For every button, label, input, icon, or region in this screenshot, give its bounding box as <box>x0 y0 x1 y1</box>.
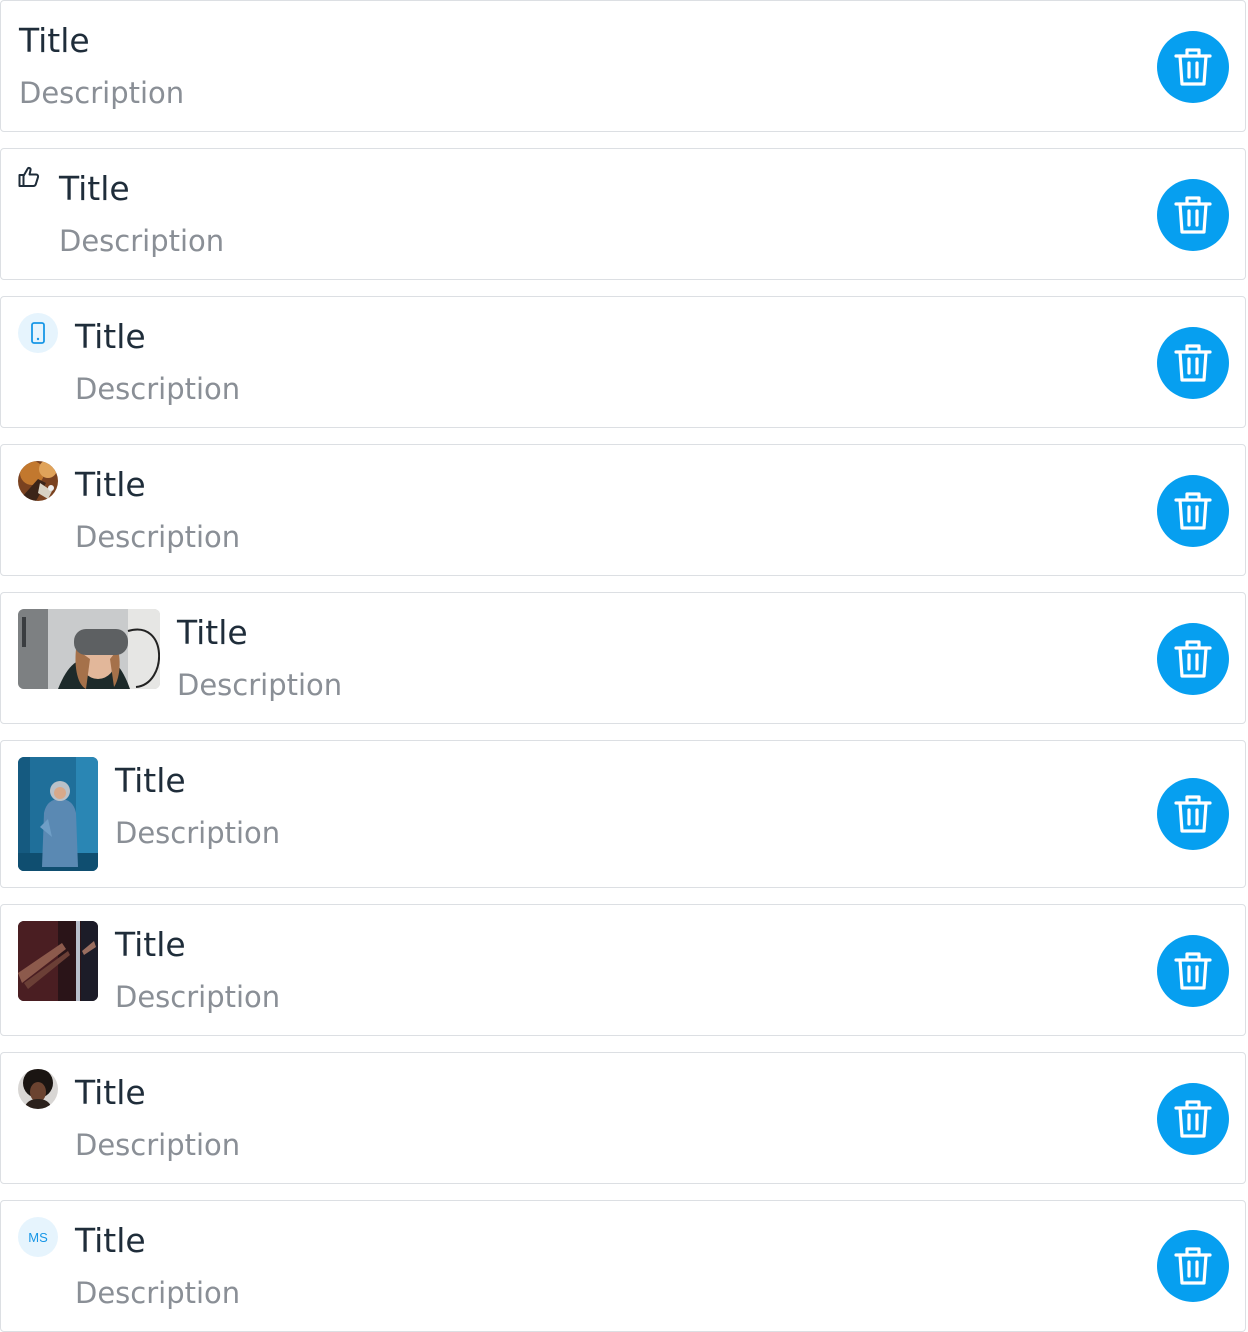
trash-icon <box>1174 492 1212 530</box>
item-title: Title <box>115 761 186 800</box>
list-item[interactable]: Title Description <box>0 296 1246 428</box>
item-title: Title <box>75 465 146 504</box>
delete-button[interactable] <box>1157 1083 1229 1155</box>
list-item[interactable]: MS Title Description <box>0 1200 1246 1332</box>
item-title: Title <box>19 21 90 60</box>
list-item[interactable]: Title Description <box>0 148 1246 280</box>
delete-button[interactable] <box>1157 1230 1229 1302</box>
avatar-initials: MS <box>28 1229 48 1245</box>
delete-button[interactable] <box>1157 935 1229 1007</box>
delete-button[interactable] <box>1157 623 1229 695</box>
trash-icon <box>1174 795 1212 833</box>
list-item[interactable]: Title Description <box>0 444 1246 576</box>
list-item[interactable]: Title Description <box>0 592 1246 724</box>
thumbs-up-icon <box>18 165 40 194</box>
item-title: Title <box>177 613 248 652</box>
item-description: Description <box>75 520 241 554</box>
item-description: Description <box>115 816 281 850</box>
initials-avatar: MS <box>18 1217 58 1257</box>
item-description: Description <box>75 1276 241 1310</box>
delete-button[interactable] <box>1157 179 1229 251</box>
delete-button[interactable] <box>1157 778 1229 850</box>
item-description: Description <box>19 76 185 110</box>
delete-button[interactable] <box>1157 31 1229 103</box>
item-title: Title <box>59 169 130 208</box>
trash-icon <box>1174 196 1212 234</box>
thumbnail-image <box>18 609 160 689</box>
item-title: Title <box>115 925 186 964</box>
list-item[interactable]: Title Description <box>0 1052 1246 1184</box>
trash-icon <box>1174 952 1212 990</box>
delete-button[interactable] <box>1157 475 1229 547</box>
trash-icon <box>1174 1100 1212 1138</box>
avatar <box>18 1069 58 1109</box>
trash-icon <box>1174 1247 1212 1285</box>
thumbnail-image <box>18 921 98 1001</box>
item-description: Description <box>59 224 225 258</box>
item-title: Title <box>75 1073 146 1112</box>
item-description: Description <box>75 1128 241 1162</box>
item-description: Description <box>177 668 343 702</box>
avatar <box>18 461 58 501</box>
item-description: Description <box>115 980 281 1014</box>
list-item[interactable]: Title Description <box>0 740 1246 888</box>
item-title: Title <box>75 1221 146 1260</box>
item-description: Description <box>75 372 241 406</box>
trash-icon <box>1174 48 1212 86</box>
list-item[interactable]: Title Description <box>0 0 1246 132</box>
trash-icon <box>1174 344 1212 382</box>
thumbnail-image <box>18 757 98 871</box>
list-item[interactable]: Title Description <box>0 904 1246 1036</box>
item-title: Title <box>75 317 146 356</box>
phone-icon <box>18 313 58 353</box>
delete-button[interactable] <box>1157 327 1229 399</box>
trash-icon <box>1174 640 1212 678</box>
